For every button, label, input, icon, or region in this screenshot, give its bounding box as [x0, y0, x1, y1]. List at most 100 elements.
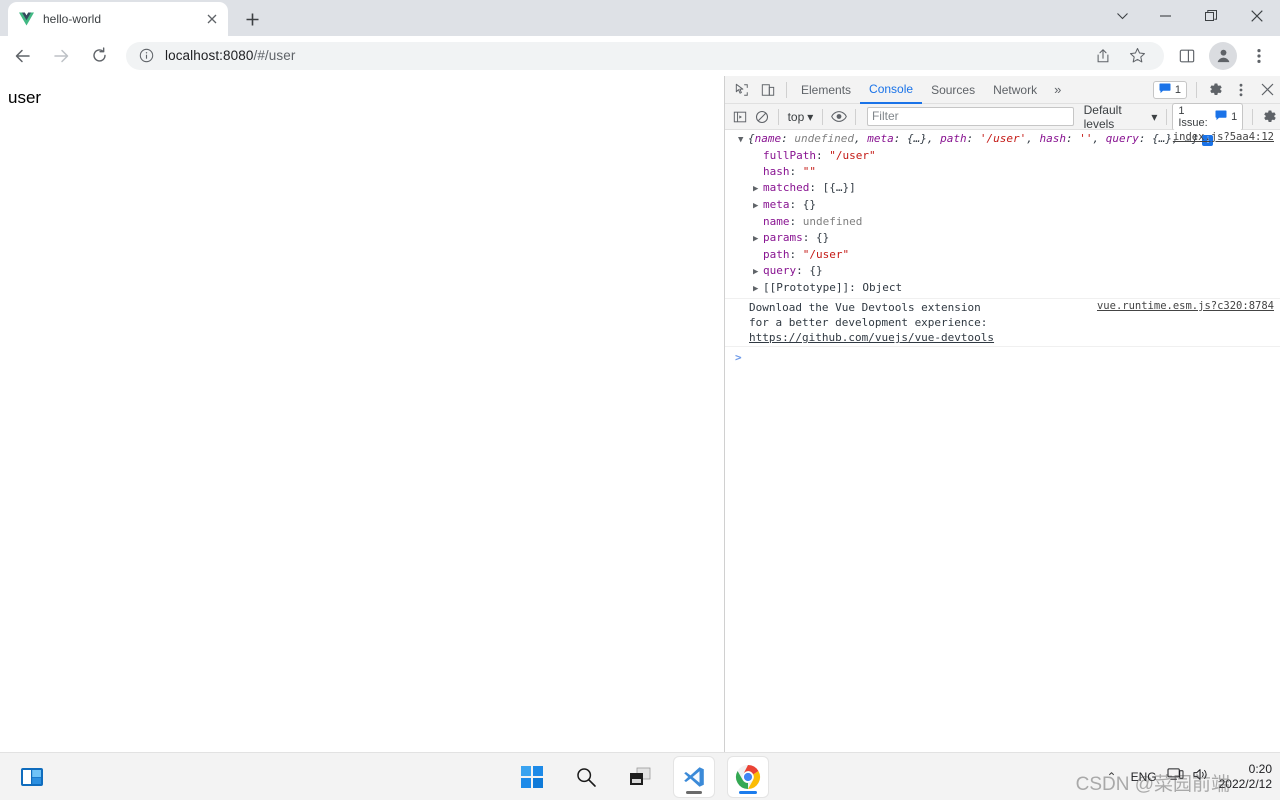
close-button[interactable]: [1234, 0, 1280, 32]
property-key: path: [763, 248, 790, 261]
property-key: hash: [763, 165, 790, 178]
issues-badge[interactable]: 1 Issue: 1: [1172, 102, 1244, 131]
tab-network[interactable]: Network: [984, 76, 1046, 104]
volume-icon[interactable]: [1192, 767, 1209, 787]
object-property-row: fullPath: "/user": [763, 149, 876, 162]
tab-sources[interactable]: Sources: [922, 76, 984, 104]
gear-icon[interactable]: [1202, 78, 1228, 102]
console-message-text[interactable]: vue.runtime.esm.js?c320:8784 Download th…: [725, 299, 1280, 347]
browser-toolbar: localhost:8080/#/user: [0, 36, 1280, 76]
url-path: /#/user: [253, 48, 296, 63]
gear-icon[interactable]: [1258, 106, 1280, 128]
message-count-badge[interactable]: 1: [1152, 80, 1187, 99]
tab-title: hello-world: [43, 12, 102, 26]
device-toolbar-icon[interactable]: [755, 78, 781, 102]
context-label: top: [787, 109, 805, 124]
address-bar[interactable]: localhost:8080/#/user: [126, 40, 1164, 72]
content-area: user Elements Console Sources Network » …: [0, 76, 1280, 752]
filter-input[interactable]: Filter: [866, 107, 1074, 126]
three-dot-menu-icon[interactable]: [1228, 78, 1254, 102]
chrome-icon[interactable]: [728, 757, 768, 797]
browser-tab[interactable]: hello-world: [8, 2, 228, 36]
console-text: Download the Vue Devtools extension for …: [749, 301, 988, 329]
preview-key-hash: hash: [1039, 132, 1066, 145]
expand-triangle-icon[interactable]: ▶: [753, 264, 763, 280]
console-sidebar-icon[interactable]: [729, 106, 751, 128]
clock-time: 0:20: [1248, 762, 1272, 776]
chevron-down-icon: ▾: [807, 109, 814, 124]
expand-triangle-icon[interactable]: ▶: [753, 198, 763, 214]
console-filter-bar: top ▾ Filter Default levels ▾ 1 Issue: 1: [725, 102, 1280, 131]
expand-triangle-icon[interactable]: ▼: [738, 132, 748, 148]
devtools-topbar: Elements Console Sources Network » 1: [725, 76, 1280, 104]
property-key: query: [763, 264, 797, 277]
log-levels-selector[interactable]: Default levels ▾: [1080, 103, 1162, 131]
prompt-caret-icon: >: [735, 351, 742, 364]
expand-triangle-icon[interactable]: ▶: [753, 231, 763, 247]
expand-triangle-icon[interactable]: ▶: [753, 281, 763, 297]
url-host: localhost:8080: [165, 48, 254, 63]
inspect-element-icon[interactable]: [729, 78, 755, 102]
console-output[interactable]: index.js?5aa4:12 ▼ {name: undefined, meta…: [725, 130, 1280, 752]
property-value: {}: [809, 264, 823, 277]
search-icon[interactable]: [566, 757, 606, 797]
vscode-icon[interactable]: [674, 757, 714, 797]
network-icon[interactable]: [1167, 767, 1184, 787]
object-property-row: path: "/user": [763, 248, 850, 261]
object-property-row[interactable]: ▶ query: {}: [725, 263, 1280, 280]
more-tabs-icon[interactable]: »: [1046, 76, 1069, 104]
three-dot-menu-icon[interactable]: [1243, 40, 1275, 72]
active-indicator: [686, 791, 702, 794]
clock[interactable]: 0:20 2022/2/12: [1219, 762, 1272, 792]
levels-label: Default levels: [1083, 102, 1122, 131]
tray-icon-group: [1167, 767, 1209, 787]
star-icon[interactable]: [1121, 40, 1153, 72]
minimize-button[interactable]: [1142, 0, 1188, 32]
issues-label: 1 Issue:: [1178, 104, 1208, 129]
object-property-row[interactable]: ▶ params: {}: [725, 230, 1280, 247]
info-circle-icon[interactable]: [138, 48, 154, 64]
close-icon[interactable]: [1254, 78, 1280, 102]
page-heading: user: [8, 88, 42, 107]
tab-elements[interactable]: Elements: [792, 76, 860, 104]
forward-button[interactable]: [44, 39, 78, 73]
reload-button[interactable]: [82, 39, 116, 73]
back-button[interactable]: [6, 39, 40, 73]
expand-triangle-icon[interactable]: ▶: [753, 181, 763, 197]
chevron-down-icon: ▾: [1151, 109, 1158, 124]
maximize-button[interactable]: [1188, 0, 1234, 32]
live-expression-icon[interactable]: [828, 106, 850, 128]
source-link[interactable]: index.js?5aa4:12: [1173, 131, 1274, 143]
object-property-row: hash: "": [763, 165, 816, 178]
task-view-icon[interactable]: [620, 757, 660, 797]
url-text: localhost:8080/#/user: [165, 48, 1086, 63]
object-property-row[interactable]: ▶ matched: [{…}]: [725, 180, 1280, 197]
property-key: matched: [763, 181, 810, 194]
tray-chevron-icon[interactable]: ⌃: [1103, 770, 1121, 784]
taskbar-center: [0, 753, 1280, 800]
property-value: "/user": [829, 149, 876, 162]
property-value: "": [802, 165, 816, 178]
tab-console[interactable]: Console: [860, 76, 923, 104]
console-prompt[interactable]: >: [725, 347, 1280, 367]
start-windows-icon[interactable]: [512, 757, 552, 797]
side-panel-icon[interactable]: [1171, 40, 1203, 72]
property-value: {}: [816, 231, 830, 244]
console-message-object[interactable]: index.js?5aa4:12 ▼ {name: undefined, meta…: [725, 130, 1280, 299]
share-icon[interactable]: [1087, 40, 1119, 72]
object-property-row[interactable]: ▶ meta: {}: [725, 197, 1280, 214]
chevron-down-icon[interactable]: [1102, 0, 1142, 32]
source-link[interactable]: vue.runtime.esm.js?c320:8784: [1097, 300, 1274, 312]
property-key: meta: [763, 198, 790, 211]
message-count: 1: [1174, 83, 1181, 96]
tab-close-icon[interactable]: [204, 11, 220, 27]
screen: hello-world localhost:8080/#/user user E…: [0, 0, 1280, 800]
vue-devtools-link[interactable]: https://github.com/vuejs/vue-devtools: [749, 331, 994, 344]
language-indicator[interactable]: ENG: [1131, 770, 1157, 784]
new-tab-button[interactable]: [238, 5, 266, 33]
execution-context-selector[interactable]: top ▾: [784, 110, 818, 124]
object-property-row[interactable]: ▶ [[Prototype]]: Object: [725, 280, 1280, 297]
window-controls: [1102, 0, 1280, 36]
clear-console-icon[interactable]: [751, 106, 773, 128]
profile-avatar-icon[interactable]: [1209, 41, 1237, 70]
